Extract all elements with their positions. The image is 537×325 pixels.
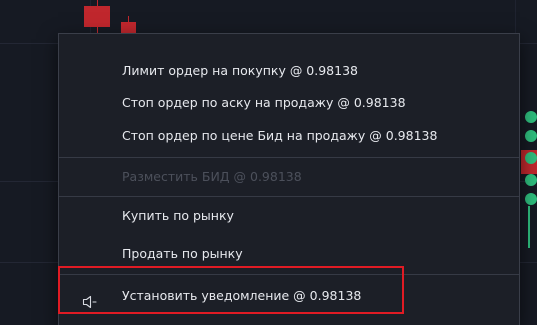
menu-separator — [59, 274, 519, 275]
menu-item-label: Купить по рынку — [122, 208, 234, 223]
menu-item-label: Разместить БИД @ 0.98138 — [122, 169, 302, 184]
menu-item-label: Установить уведомление @ 0.98138 — [122, 288, 362, 303]
candle-wick-green — [528, 206, 530, 248]
order-marker[interactable] — [525, 111, 537, 123]
speaker-icon — [82, 289, 98, 309]
menu-item-label: Стоп ордер по аску на продажу @ 0.98138 — [122, 95, 406, 110]
menu-item-place-bid: Разместить БИД @ 0.98138 — [59, 161, 519, 193]
order-marker[interactable] — [525, 193, 537, 205]
chart-candle — [84, 6, 110, 27]
menu-item-market-sell[interactable]: Продать по рынку — [59, 238, 519, 270]
menu-item-label: Лимит ордер на покупку @ 0.98138 — [122, 63, 358, 78]
order-marker[interactable] — [525, 152, 537, 164]
order-marker[interactable] — [525, 174, 537, 186]
menu-item-label: Стоп ордер по цене Бид на продажу @ 0.98… — [122, 128, 438, 143]
order-marker[interactable] — [525, 130, 537, 142]
menu-item-market-buy[interactable]: Купить по рынку — [59, 200, 519, 232]
menu-separator — [59, 196, 519, 197]
menu-item-buy-limit-order[interactable]: Лимит ордер на покупку @ 0.98138 — [59, 55, 519, 87]
menu-item-sell-stop-ask[interactable]: Стоп ордер по аску на продажу @ 0.98138 — [59, 87, 519, 119]
menu-item-sell-stop-bid[interactable]: Стоп ордер по цене Бид на продажу @ 0.98… — [59, 120, 519, 152]
menu-separator — [59, 157, 519, 158]
menu-item-set-alert[interactable]: Установить уведомление @ 0.98138 — [59, 280, 519, 312]
menu-item-label: Продать по рынку — [122, 246, 243, 261]
chart-context-menu: Лимит ордер на покупку @ 0.98138 Стоп ор… — [58, 33, 520, 325]
